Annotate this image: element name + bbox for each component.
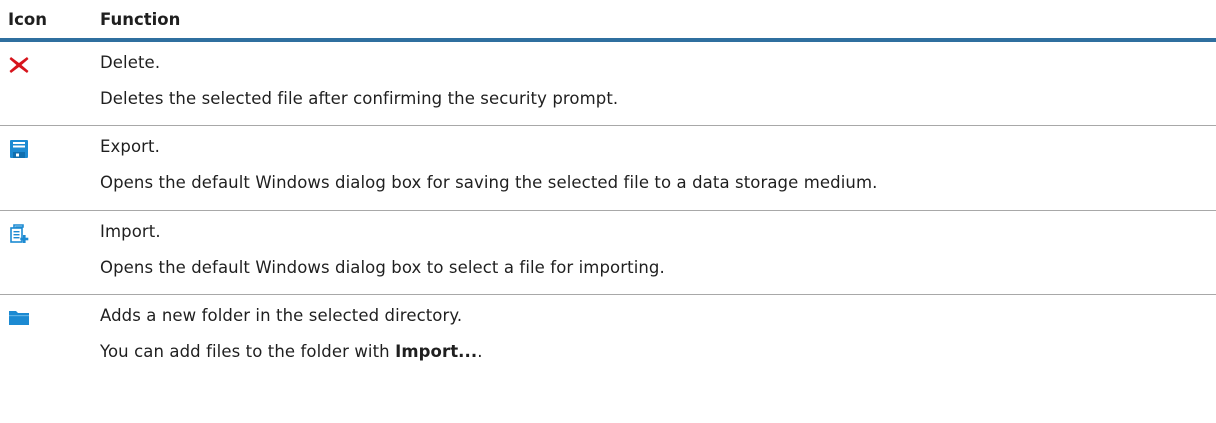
save-disk-icon <box>8 139 30 159</box>
description-text: You can add files to the folder with <box>100 342 396 361</box>
icon-function-table: Icon Function Delete. Deletes the select… <box>0 0 1216 385</box>
row-description: You can add files to the folder with Imp… <box>100 327 1216 373</box>
table-row: Import. Opens the default Windows dialog… <box>0 211 1216 295</box>
row-title: Export. <box>100 137 160 156</box>
row-description: Opens the default Windows dialog box for… <box>100 173 878 192</box>
delete-x-icon <box>8 55 30 75</box>
header-icon-column: Icon <box>8 9 48 29</box>
import-document-icon <box>8 224 30 244</box>
table-header: Icon Function <box>0 0 1216 42</box>
row-description: Deletes the selected file after confirmi… <box>100 89 619 108</box>
row-title: Adds a new folder in the selected direct… <box>100 306 463 325</box>
table-row: Adds a new folder in the selected direct… <box>0 295 1216 385</box>
table-row: Delete. Deletes the selected file after … <box>0 42 1216 126</box>
row-title: Import. <box>100 222 161 241</box>
header-function-column: Function <box>100 9 181 29</box>
folder-icon <box>8 308 30 328</box>
import-reference: Import... <box>395 342 478 361</box>
table-row: Export. Opens the default Windows dialog… <box>0 126 1216 211</box>
description-suffix: . <box>477 342 483 361</box>
row-description: Opens the default Windows dialog box to … <box>100 258 665 277</box>
row-title: Delete. <box>100 53 161 72</box>
